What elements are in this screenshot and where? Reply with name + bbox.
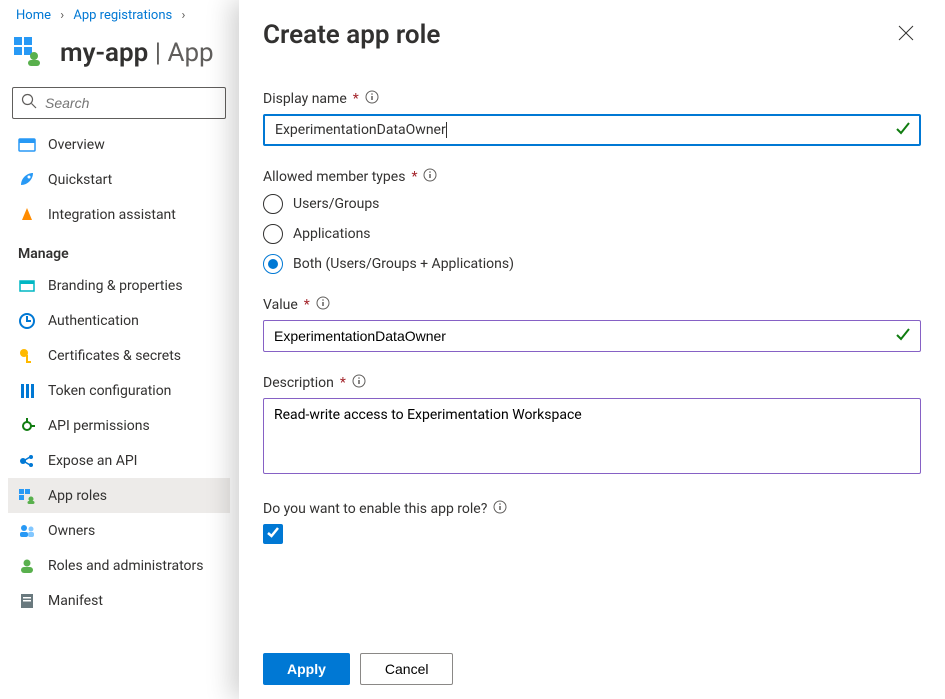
member-types-radiogroup: Users/Groups Applications Both (Users/Gr… bbox=[263, 194, 921, 274]
field-display-name: Display name * ExperimentationDataOwner bbox=[263, 90, 921, 146]
sidebar-item-label: Manifest bbox=[48, 593, 103, 609]
page-title-suffix: | App bbox=[148, 38, 213, 68]
required-indicator: * bbox=[411, 169, 417, 185]
close-icon bbox=[897, 30, 915, 46]
page-title: my-app | App bbox=[60, 38, 214, 68]
breadcrumb-app-regs[interactable]: App registrations bbox=[73, 8, 172, 23]
sidebar-item-label: Roles and administrators bbox=[48, 558, 203, 574]
field-enable: Do you want to enable this app role? bbox=[263, 500, 921, 544]
flyout-title: Create app role bbox=[263, 20, 440, 50]
sidebar-item-token[interactable]: Token configuration bbox=[8, 373, 230, 408]
info-icon[interactable] bbox=[316, 296, 330, 314]
validation-check-icon bbox=[895, 326, 911, 346]
sidebar-item-roles-admins[interactable]: Roles and administrators bbox=[8, 548, 230, 583]
breadcrumb-sep: › bbox=[181, 8, 185, 23]
sidebar-item-label: Expose an API bbox=[48, 453, 137, 469]
breadcrumb-home[interactable]: Home bbox=[16, 8, 51, 23]
required-indicator: * bbox=[340, 375, 346, 391]
sidebar-item-label: Integration assistant bbox=[48, 207, 176, 223]
integration-icon bbox=[18, 206, 36, 224]
search-input[interactable] bbox=[45, 95, 217, 111]
sidebar-item-label: Token configuration bbox=[48, 383, 171, 399]
sidebar-item-overview[interactable]: Overview bbox=[8, 127, 230, 162]
radio-both[interactable]: Both (Users/Groups + Applications) bbox=[263, 254, 921, 274]
info-icon[interactable] bbox=[423, 168, 437, 186]
sidebar-item-api-permissions[interactable]: API permissions bbox=[8, 408, 230, 443]
value-input[interactable] bbox=[263, 320, 921, 352]
close-button[interactable] bbox=[891, 18, 921, 52]
quickstart-icon bbox=[18, 171, 36, 189]
sidebar-item-authentication[interactable]: Authentication bbox=[8, 303, 230, 338]
flyout-create-app-role: Create app role Display name * Experimen… bbox=[239, 0, 945, 699]
required-indicator: * bbox=[353, 91, 359, 107]
sidebar-section-manage: Manage bbox=[8, 232, 230, 268]
flyout-footer: Apply Cancel bbox=[239, 639, 945, 699]
search-input-wrap[interactable] bbox=[12, 87, 226, 119]
sidebar-item-manifest[interactable]: Manifest bbox=[8, 583, 230, 618]
info-icon[interactable] bbox=[365, 90, 379, 108]
sidebar-item-expose-api[interactable]: Expose an API bbox=[8, 443, 230, 478]
owners-icon bbox=[18, 522, 36, 540]
display-name-input[interactable]: ExperimentationDataOwner bbox=[263, 114, 921, 146]
radio-label: Users/Groups bbox=[293, 196, 379, 212]
flyout-body: Display name * ExperimentationDataOwner … bbox=[239, 60, 945, 639]
expose-api-icon bbox=[18, 452, 36, 470]
sidebar-item-label: Certificates & secrets bbox=[48, 348, 181, 364]
sidebar: Overview Quickstart Integration assistan… bbox=[0, 87, 234, 618]
sidebar-item-label: API permissions bbox=[48, 418, 150, 434]
description-input[interactable] bbox=[263, 398, 921, 474]
flyout-header: Create app role bbox=[239, 0, 945, 60]
app-name: my-app bbox=[60, 38, 148, 68]
enable-label: Do you want to enable this app role? bbox=[263, 501, 487, 517]
radio-icon bbox=[263, 224, 283, 244]
token-icon bbox=[18, 382, 36, 400]
check-icon bbox=[266, 525, 280, 543]
sidebar-item-certificates[interactable]: Certificates & secrets bbox=[8, 338, 230, 373]
radio-applications[interactable]: Applications bbox=[263, 224, 921, 244]
sidebar-item-label: Branding & properties bbox=[48, 278, 183, 294]
sidebar-item-label: Quickstart bbox=[48, 172, 112, 188]
apply-button[interactable]: Apply bbox=[263, 653, 350, 685]
info-icon[interactable] bbox=[352, 374, 366, 392]
display-name-label: Display name bbox=[263, 91, 347, 107]
branding-icon bbox=[18, 277, 36, 295]
radio-users-groups[interactable]: Users/Groups bbox=[263, 194, 921, 214]
enable-checkbox[interactable] bbox=[263, 524, 283, 544]
sidebar-item-label: Authentication bbox=[48, 313, 139, 329]
sidebar-item-quickstart[interactable]: Quickstart bbox=[8, 162, 230, 197]
app-icon bbox=[12, 33, 48, 73]
radio-label: Applications bbox=[293, 226, 371, 242]
overview-icon bbox=[18, 136, 36, 154]
field-description: Description * bbox=[263, 374, 921, 478]
breadcrumb-sep: › bbox=[60, 8, 64, 23]
sidebar-item-integration[interactable]: Integration assistant bbox=[8, 197, 230, 232]
radio-label: Both (Users/Groups + Applications) bbox=[293, 256, 514, 272]
required-indicator: * bbox=[304, 297, 310, 313]
app-roles-icon bbox=[18, 487, 36, 505]
sidebar-item-app-roles[interactable]: App roles bbox=[8, 478, 230, 513]
sidebar-item-label: Overview bbox=[48, 137, 105, 153]
key-icon bbox=[18, 347, 36, 365]
member-types-label: Allowed member types bbox=[263, 169, 405, 185]
search-icon bbox=[21, 93, 37, 113]
display-name-value: ExperimentationDataOwner bbox=[275, 122, 446, 138]
field-value: Value * bbox=[263, 296, 921, 352]
sidebar-item-owners[interactable]: Owners bbox=[8, 513, 230, 548]
description-label: Description bbox=[263, 375, 334, 391]
manifest-icon bbox=[18, 592, 36, 610]
roles-admins-icon bbox=[18, 557, 36, 575]
field-member-types: Allowed member types * Users/Groups Appl… bbox=[263, 168, 921, 274]
text-caret bbox=[446, 122, 447, 138]
sidebar-item-branding[interactable]: Branding & properties bbox=[8, 268, 230, 303]
radio-icon bbox=[263, 194, 283, 214]
value-label: Value bbox=[263, 297, 298, 313]
sidebar-item-label: App roles bbox=[48, 488, 107, 504]
authentication-icon bbox=[18, 312, 36, 330]
api-permissions-icon bbox=[18, 417, 36, 435]
cancel-button[interactable]: Cancel bbox=[360, 653, 454, 685]
validation-check-icon bbox=[895, 120, 911, 140]
radio-icon bbox=[263, 254, 283, 274]
info-icon[interactable] bbox=[493, 500, 507, 518]
sidebar-item-label: Owners bbox=[48, 523, 95, 539]
